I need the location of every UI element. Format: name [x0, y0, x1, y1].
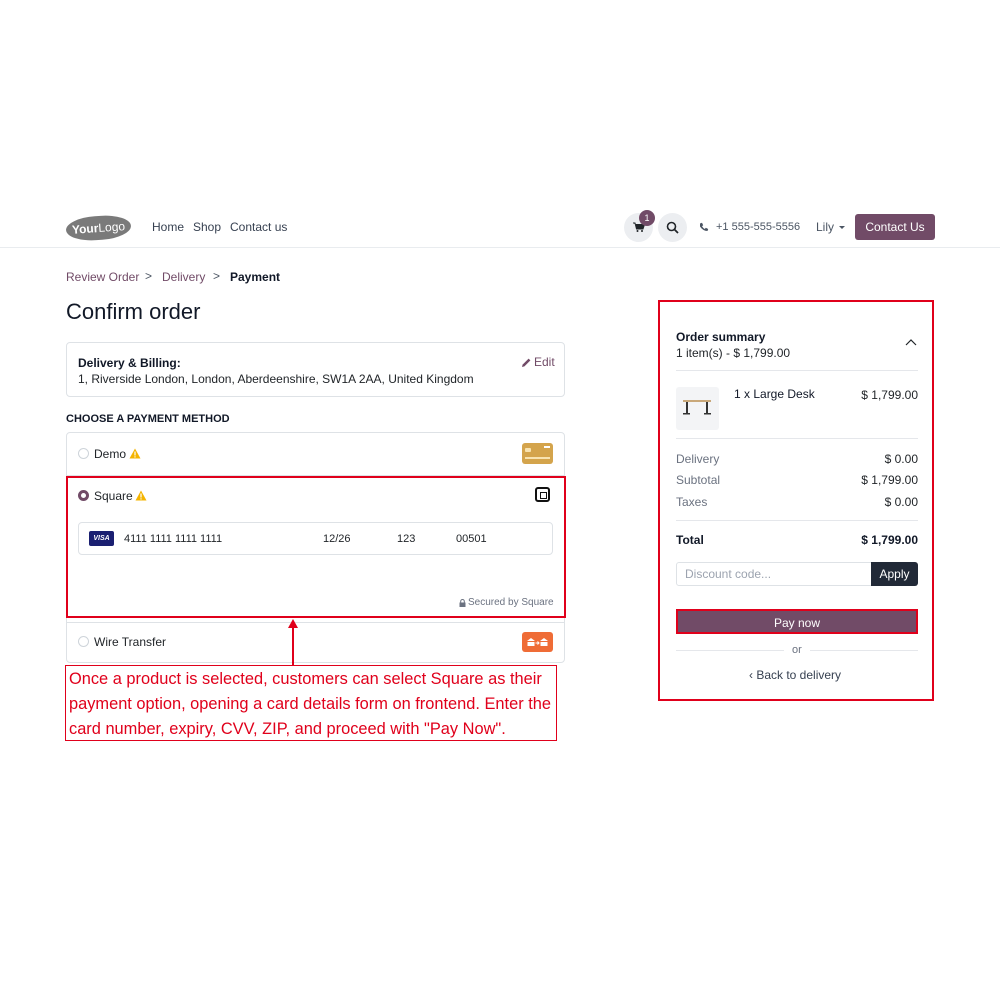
summary-divider: [676, 370, 918, 371]
payment-divider: [67, 622, 564, 623]
address-title: Delivery & Billing:: [78, 356, 181, 370]
warning-icon: [129, 448, 141, 459]
top-navbar: [0, 200, 1000, 248]
annotation-arrow: [292, 624, 294, 665]
nav-home[interactable]: Home: [152, 220, 184, 234]
payment-label-demo[interactable]: Demo: [94, 447, 126, 461]
or-text: or: [792, 644, 802, 656]
order-summary-title: Order summary: [676, 330, 766, 344]
radio-demo[interactable]: [78, 448, 89, 459]
cart-count-badge: 1: [639, 210, 655, 226]
subtotal-value: $ 1,799.00: [861, 473, 918, 487]
user-menu[interactable]: Lily: [816, 220, 834, 234]
order-summary-count: 1 item(s) - $ 1,799.00: [676, 346, 791, 360]
product-name[interactable]: 1 x Large Desk: [734, 387, 815, 401]
subtotal-label: Subtotal: [676, 473, 721, 487]
radio-wire-transfer[interactable]: [78, 636, 89, 647]
desk-icon: [683, 400, 711, 415]
pay-now-button[interactable]: Pay now: [676, 609, 918, 634]
or-divider-line: [676, 650, 784, 651]
discount-code-input[interactable]: [676, 562, 872, 586]
delivery-value: $ 0.00: [884, 452, 918, 466]
pencil-icon: [522, 358, 531, 367]
back-to-delivery-link[interactable]: ‹ Back to delivery: [749, 668, 841, 682]
apply-discount-button[interactable]: Apply: [871, 562, 918, 586]
payment-label-wire-transfer[interactable]: Wire Transfer: [94, 635, 166, 649]
total-value: $ 1,799.00: [861, 533, 918, 547]
breadcrumb-separator: >: [145, 269, 153, 283]
chevron-up-icon[interactable]: [905, 338, 917, 346]
total-label: Total: [676, 533, 704, 547]
breadcrumb-delivery[interactable]: Delivery: [162, 270, 205, 284]
delivery-label: Delivery: [676, 452, 720, 466]
phone-icon: [700, 222, 709, 231]
phone-number[interactable]: +1 555-555-5556: [716, 221, 800, 233]
product-price: $ 1,799.00: [861, 388, 918, 402]
page-title: Confirm order: [66, 299, 201, 324]
summary-divider: [676, 520, 918, 521]
annotation-arrow-head: [288, 619, 298, 628]
or-divider-line: [810, 650, 918, 651]
nav-contact-us[interactable]: Contact us: [230, 220, 287, 234]
bank-transfer-icon: [522, 632, 553, 652]
user-menu-caret-icon: [839, 226, 845, 229]
address-text: 1, Riverside London, London, Aberdeenshi…: [78, 372, 474, 386]
annotation-note: Once a product is selected, customers ca…: [65, 665, 557, 741]
search-icon: [666, 221, 679, 234]
breadcrumb-review-order[interactable]: Review Order: [66, 270, 139, 284]
nav-shop[interactable]: Shop: [193, 220, 221, 234]
logo-text: Logo: [97, 219, 126, 235]
breadcrumb-separator: >: [213, 269, 221, 283]
logo-text-bold: Your: [71, 221, 99, 237]
edit-address-link[interactable]: Edit: [534, 355, 555, 369]
credit-card-icon: [522, 443, 553, 464]
breadcrumb-payment: Payment: [230, 270, 281, 284]
taxes-label: Taxes: [676, 495, 708, 509]
taxes-value: $ 0.00: [884, 495, 918, 509]
payment-method-heading: CHOOSE A PAYMENT METHOD: [66, 413, 230, 425]
contact-us-button[interactable]: Contact Us: [855, 214, 935, 240]
square-highlight-box: [66, 476, 566, 618]
summary-divider: [676, 438, 918, 439]
